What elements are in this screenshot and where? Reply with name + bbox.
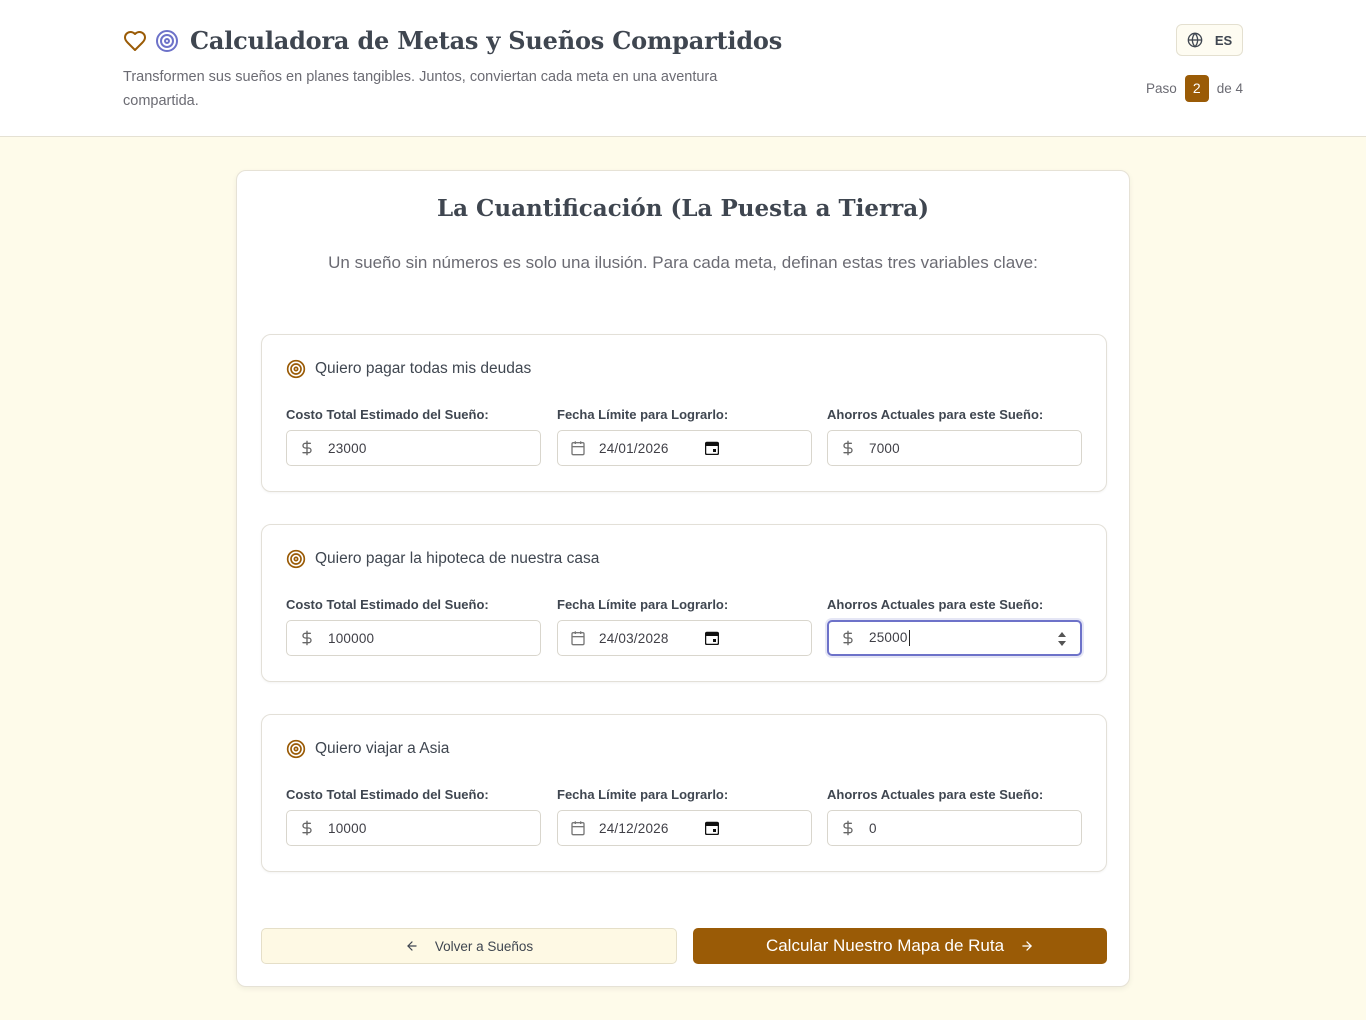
target-icon bbox=[155, 29, 179, 53]
cost-value: 10000 bbox=[328, 820, 367, 836]
date-picker-icon[interactable] bbox=[705, 441, 719, 455]
date-picker-icon[interactable] bbox=[705, 821, 719, 835]
date-input[interactable]: 24/03/2028 bbox=[557, 620, 812, 656]
text-caret bbox=[908, 630, 910, 647]
arrow-right-icon bbox=[1022, 941, 1032, 951]
savings-value: 0 bbox=[869, 820, 877, 836]
savings-value-text: 25000 bbox=[869, 629, 908, 645]
savings-input[interactable]: 7000 bbox=[827, 430, 1082, 466]
dollar-icon bbox=[840, 440, 856, 456]
step-current-badge: 2 bbox=[1184, 75, 1209, 102]
arrow-left-icon bbox=[407, 941, 417, 951]
goal-title: Quiero pagar la hipoteca de nuestra casa bbox=[286, 549, 599, 569]
target-icon bbox=[286, 739, 306, 759]
savings-input[interactable]: 0 bbox=[827, 810, 1082, 846]
dollar-icon bbox=[840, 630, 856, 646]
page-subtitle: Transformen sus sueños en planes tangibl… bbox=[123, 69, 718, 109]
goal-title: Quiero viajar a Asia bbox=[286, 739, 449, 759]
cost-input[interactable]: 100000 bbox=[286, 620, 541, 656]
calendar-icon bbox=[570, 630, 586, 646]
date-label: Fecha Límite para Lograrlo: bbox=[557, 787, 729, 802]
dollar-icon bbox=[299, 440, 315, 456]
heart-icon bbox=[123, 29, 147, 53]
savings-field: Ahorros Actuales para este Sueño: 0 bbox=[827, 787, 1082, 846]
goal-title: Quiero pagar todas mis deudas bbox=[286, 359, 531, 379]
cost-field: Costo Total Estimado del Sueño: 10000 bbox=[286, 787, 541, 846]
cost-label: Costo Total Estimado del Sueño: bbox=[286, 597, 489, 612]
goal-title-text: Quiero pagar todas mis deudas bbox=[315, 360, 532, 377]
globe-icon bbox=[1187, 32, 1203, 48]
cost-value: 100000 bbox=[328, 630, 375, 646]
goal-card: Quiero pagar la hipoteca de nuestra casa… bbox=[261, 524, 1107, 682]
savings-label: Ahorros Actuales para este Sueño: bbox=[827, 407, 1044, 422]
language-selector-button[interactable]: ES bbox=[1176, 24, 1243, 56]
goal-card: Quiero viajar a Asia Costo Total Estimad… bbox=[261, 714, 1107, 872]
brand: Calculadora de Metas y Sueños Compartido… bbox=[123, 26, 782, 55]
savings-value: 25000 bbox=[869, 629, 910, 647]
savings-label: Ahorros Actuales para este Sueño: bbox=[827, 597, 1044, 612]
savings-input[interactable]: 25000 bbox=[827, 620, 1082, 656]
cost-field: Costo Total Estimado del Sueño: 100000 bbox=[286, 597, 541, 656]
calculate-roadmap-button[interactable]: Calcular Nuestro Mapa de Ruta bbox=[693, 928, 1107, 964]
back-to-dreams-button[interactable]: Volver a Sueños bbox=[261, 928, 677, 964]
date-value: 24/01/2026 bbox=[599, 440, 669, 456]
number-stepper-icon[interactable] bbox=[1057, 630, 1067, 648]
goal-title-text: Quiero viajar a Asia bbox=[315, 740, 450, 757]
page-title: Calculadora de Metas y Sueños Compartido… bbox=[190, 26, 783, 55]
next-button-label: Calcular Nuestro Mapa de Ruta bbox=[765, 936, 1005, 955]
dollar-icon bbox=[299, 820, 315, 836]
date-label: Fecha Límite para Lograrlo: bbox=[557, 597, 729, 612]
goal-title-text: Quiero pagar la hipoteca de nuestra casa bbox=[315, 550, 600, 567]
savings-field: Ahorros Actuales para este Sueño: 25000 bbox=[827, 597, 1082, 656]
dollar-icon bbox=[299, 630, 315, 646]
language-code: ES bbox=[1214, 32, 1233, 48]
cost-value: 23000 bbox=[328, 440, 367, 456]
date-field: Fecha Límite para Lograrlo: 24/12/2026 bbox=[557, 787, 812, 846]
savings-field: Ahorros Actuales para este Sueño: 7000 bbox=[827, 407, 1082, 466]
cost-label: Costo Total Estimado del Sueño: bbox=[286, 407, 489, 422]
date-value: 24/03/2028 bbox=[599, 630, 669, 646]
date-field: Fecha Límite para Lograrlo: 24/03/2028 bbox=[557, 597, 812, 656]
section-description: Un sueño sin números es solo una ilusión… bbox=[328, 253, 1038, 272]
date-value: 24/12/2026 bbox=[599, 820, 669, 836]
cost-input[interactable]: 23000 bbox=[286, 430, 541, 466]
calendar-icon bbox=[570, 440, 586, 456]
target-icon bbox=[286, 549, 306, 569]
step-suffix: de 4 bbox=[1216, 81, 1243, 96]
step-prefix: Paso bbox=[1145, 81, 1177, 96]
dollar-icon bbox=[840, 820, 856, 836]
step-indicator: Paso 2 de 4 bbox=[1146, 75, 1243, 102]
savings-label: Ahorros Actuales para este Sueño: bbox=[827, 787, 1044, 802]
date-input[interactable]: 24/01/2026 bbox=[557, 430, 812, 466]
date-input[interactable]: 24/12/2026 bbox=[557, 810, 812, 846]
date-picker-icon[interactable] bbox=[705, 631, 719, 645]
cost-input[interactable]: 10000 bbox=[286, 810, 541, 846]
savings-value: 7000 bbox=[869, 440, 900, 456]
date-label: Fecha Límite para Lograrlo: bbox=[557, 407, 729, 422]
app-header: Calculadora de Metas y Sueños Compartido… bbox=[0, 0, 1366, 137]
quantification-card: La Cuantificación (La Puesta a Tierra) U… bbox=[236, 170, 1130, 987]
cost-label: Costo Total Estimado del Sueño: bbox=[286, 787, 489, 802]
target-icon bbox=[286, 359, 306, 379]
back-button-label: Volver a Sueños bbox=[434, 938, 534, 954]
goal-card: Quiero pagar todas mis deudas Costo Tota… bbox=[261, 334, 1107, 492]
date-field: Fecha Límite para Lograrlo: 24/01/2026 bbox=[557, 407, 812, 466]
calendar-icon bbox=[570, 820, 586, 836]
section-title: La Cuantificación (La Puesta a Tierra) bbox=[436, 195, 930, 222]
cost-field: Costo Total Estimado del Sueño: 23000 bbox=[286, 407, 541, 466]
